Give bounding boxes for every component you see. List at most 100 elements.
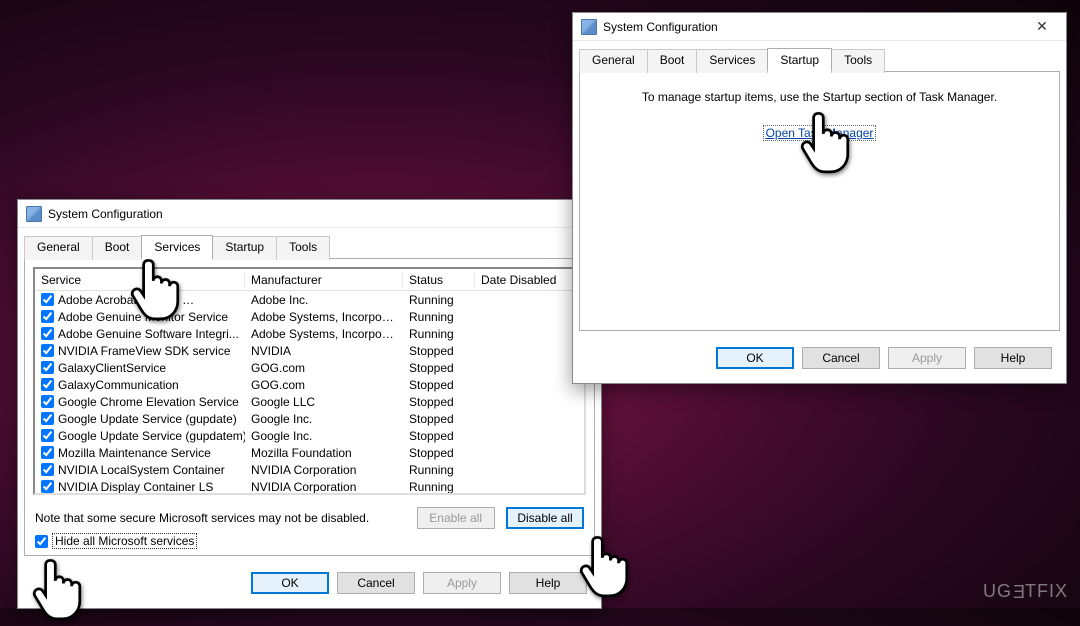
- cancel-button[interactable]: Cancel: [802, 347, 880, 369]
- service-row[interactable]: Adobe Genuine Software Integri... Adobe S…: [35, 325, 584, 342]
- titlebar[interactable]: System Configuration: [18, 200, 601, 228]
- service-name: Google Update Service (gupdatem): [58, 429, 245, 443]
- service-manufacturer: Adobe Systems, Incorpora...: [245, 327, 403, 341]
- help-button[interactable]: Help: [509, 572, 587, 594]
- service-checkbox[interactable]: [41, 344, 54, 357]
- hide-ms-services-label[interactable]: Hide all Microsoft services: [52, 533, 197, 549]
- service-row[interactable]: Adobe Genuine Monitor ServiceAdobe Syste…: [35, 308, 584, 325]
- service-manufacturer: Google Inc.: [245, 429, 403, 443]
- services-page: Service Manufacturer Status Date Disable…: [24, 258, 595, 556]
- service-status: Stopped: [403, 446, 475, 460]
- service-status: Stopped: [403, 412, 475, 426]
- service-name: Adobe Genuine Software Integri...: [58, 327, 239, 341]
- service-manufacturer: GOG.com: [245, 361, 403, 375]
- help-button[interactable]: Help: [974, 347, 1052, 369]
- hide-ms-services-checkbox[interactable]: [35, 535, 48, 548]
- service-name: NVIDIA Display Container LS: [58, 480, 213, 494]
- service-status: Stopped: [403, 344, 475, 358]
- cancel-button[interactable]: Cancel: [337, 572, 415, 594]
- msconfig-icon: [26, 206, 42, 222]
- service-status: Running: [403, 310, 475, 324]
- service-status: Stopped: [403, 378, 475, 392]
- service-row[interactable]: GalaxyCommunication GOG.comStopped: [35, 376, 584, 393]
- service-name: Google Update Service (gupdate): [58, 412, 237, 426]
- service-name: GalaxyClientService: [58, 361, 166, 375]
- service-name: GalaxyCommunication: [58, 378, 179, 392]
- tab-general[interactable]: General: [579, 49, 648, 73]
- service-checkbox[interactable]: [41, 463, 54, 476]
- startup-page: To manage startup items, use the Startup…: [579, 71, 1060, 331]
- service-name: Adobe Genuine Monitor Service: [58, 310, 228, 324]
- services-note: Note that some secure Microsoft services…: [35, 511, 369, 525]
- service-name: NVIDIA FrameView SDK service: [58, 344, 231, 358]
- service-checkbox[interactable]: [41, 412, 54, 425]
- services-list[interactable]: Service Manufacturer Status Date Disable…: [33, 267, 586, 495]
- service-checkbox[interactable]: [41, 446, 54, 459]
- disable-all-button[interactable]: Disable all: [506, 507, 584, 529]
- service-status: Running: [403, 327, 475, 341]
- col-status[interactable]: Status: [403, 273, 475, 287]
- service-manufacturer: GOG.com: [245, 378, 403, 392]
- service-checkbox[interactable]: [41, 293, 54, 306]
- service-row[interactable]: NVIDIA Display Container LSNVIDIA Corpor…: [35, 478, 584, 495]
- service-name: Adobe Acrobat Update …: [58, 293, 194, 307]
- enable-all-button[interactable]: Enable all: [417, 507, 495, 529]
- service-row[interactable]: Google Update Service (gupdate) Google In…: [35, 410, 584, 427]
- startup-message: To manage startup items, use the Startup…: [580, 72, 1059, 108]
- service-name: NVIDIA LocalSystem Container: [58, 463, 225, 477]
- col-date-disabled[interactable]: Date Disabled: [475, 273, 573, 287]
- watermark: UGETFIX: [983, 581, 1068, 602]
- service-manufacturer: Adobe Inc.: [245, 293, 403, 307]
- service-manufacturer: Google LLC: [245, 395, 403, 409]
- service-checkbox[interactable]: [41, 480, 54, 493]
- service-status: Running: [403, 293, 475, 307]
- tab-strip: General Boot Services Startup Tools: [573, 41, 1066, 71]
- tab-strip: General Boot Services Startup Tools: [18, 228, 601, 258]
- titlebar[interactable]: System Configuration ✕: [573, 13, 1066, 41]
- tab-tools[interactable]: Tools: [276, 236, 330, 260]
- service-checkbox[interactable]: [41, 310, 54, 323]
- col-service[interactable]: Service: [35, 273, 245, 287]
- open-task-manager-link[interactable]: Open Task Manager: [763, 125, 877, 141]
- system-configuration-window-services: System Configuration General Boot Servic…: [17, 199, 602, 609]
- apply-button[interactable]: Apply: [423, 572, 501, 594]
- service-checkbox[interactable]: [41, 378, 54, 391]
- service-row[interactable]: Adobe Acrobat Update … Adobe Inc.Running: [35, 291, 584, 308]
- service-status: Running: [403, 463, 475, 477]
- tab-services[interactable]: Services: [141, 235, 213, 259]
- msconfig-icon: [581, 19, 597, 35]
- tab-general[interactable]: General: [24, 236, 93, 260]
- close-button[interactable]: ✕: [1022, 13, 1062, 41]
- tab-startup[interactable]: Startup: [212, 236, 277, 260]
- dialog-buttons: OK Cancel Apply Help: [573, 337, 1066, 383]
- tab-boot[interactable]: Boot: [647, 49, 698, 73]
- services-columns[interactable]: Service Manufacturer Status Date Disable…: [35, 269, 584, 291]
- service-name: Mozilla Maintenance Service: [58, 446, 211, 460]
- service-row[interactable]: Mozilla Maintenance Service Mozilla Found…: [35, 444, 584, 461]
- tab-startup[interactable]: Startup: [767, 48, 832, 72]
- service-status: Stopped: [403, 361, 475, 375]
- tab-boot[interactable]: Boot: [92, 236, 143, 260]
- service-checkbox[interactable]: [41, 327, 54, 340]
- service-checkbox[interactable]: [41, 395, 54, 408]
- service-manufacturer: NVIDIA: [245, 344, 403, 358]
- service-name: Google Chrome Elevation Service: [58, 395, 239, 409]
- dialog-buttons: OK Cancel Apply Help: [18, 562, 601, 608]
- ok-button[interactable]: OK: [251, 572, 329, 594]
- service-row[interactable]: NVIDIA LocalSystem ContainerNVIDIA Corpo…: [35, 461, 584, 478]
- tab-services[interactable]: Services: [696, 49, 768, 73]
- col-manufacturer[interactable]: Manufacturer: [245, 273, 403, 287]
- service-row[interactable]: NVIDIA FrameView SDK service NVIDIAStoppe…: [35, 342, 584, 359]
- service-status: Stopped: [403, 395, 475, 409]
- service-row[interactable]: Google Update Service (gupdatem)Google I…: [35, 427, 584, 444]
- ok-button[interactable]: OK: [716, 347, 794, 369]
- service-manufacturer: Mozilla Foundation: [245, 446, 403, 460]
- service-checkbox[interactable]: [41, 429, 54, 442]
- service-row[interactable]: Google Chrome Elevation Service Google LL…: [35, 393, 584, 410]
- apply-button[interactable]: Apply: [888, 347, 966, 369]
- system-configuration-window-startup: System Configuration ✕ General Boot Serv…: [572, 12, 1067, 384]
- service-manufacturer: Google Inc.: [245, 412, 403, 426]
- service-checkbox[interactable]: [41, 361, 54, 374]
- service-row[interactable]: GalaxyClientService GOG.comStopped: [35, 359, 584, 376]
- tab-tools[interactable]: Tools: [831, 49, 885, 73]
